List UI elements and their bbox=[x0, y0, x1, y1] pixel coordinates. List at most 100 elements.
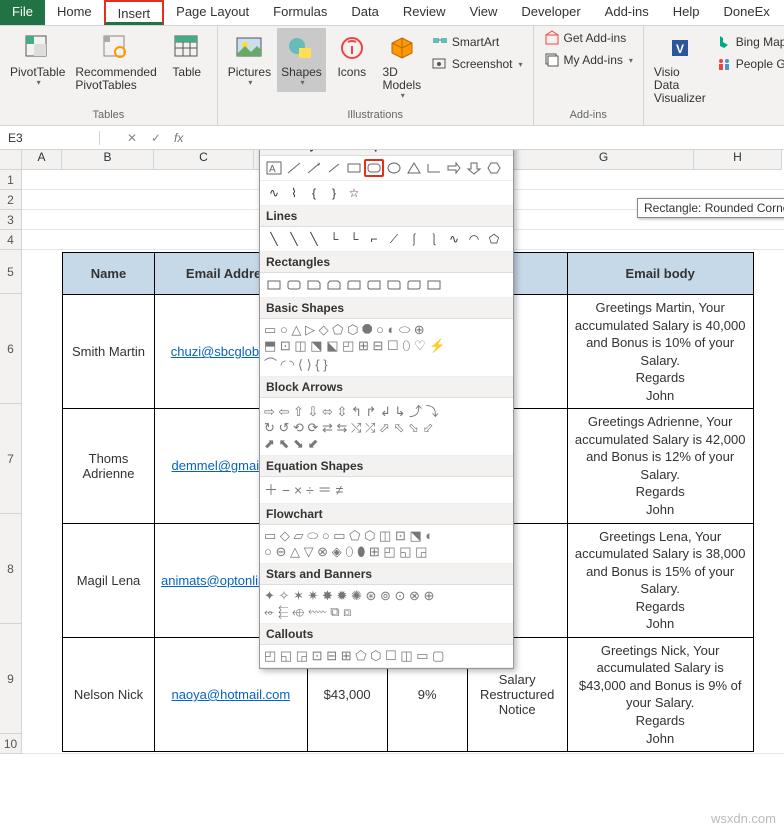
tab-help[interactable]: Help bbox=[661, 0, 712, 25]
select-all-corner[interactable] bbox=[0, 150, 22, 170]
elbow-icon[interactable]: └ bbox=[324, 230, 344, 248]
cell-name[interactable]: Magil Lena bbox=[63, 523, 155, 637]
cell-name[interactable]: Thoms Adrienne bbox=[63, 409, 155, 523]
rect2-icon[interactable] bbox=[284, 276, 304, 294]
line-shape-icon[interactable] bbox=[284, 159, 304, 177]
tab-file[interactable]: File bbox=[0, 0, 45, 25]
recently-used-shapes-row: A bbox=[260, 156, 513, 181]
bingmaps-button[interactable]: Bing Maps bbox=[712, 32, 784, 52]
rect8-icon[interactable] bbox=[404, 276, 424, 294]
elbow3-icon[interactable]: ⌐ bbox=[364, 230, 384, 248]
gallery-section-basic: Basic Shapes bbox=[260, 298, 513, 319]
col-header-a[interactable]: A bbox=[22, 150, 62, 170]
line2-icon[interactable]: ╲ bbox=[284, 230, 304, 248]
arrow-line-icon[interactable] bbox=[304, 159, 324, 177]
row-header-1[interactable]: 1 bbox=[0, 170, 22, 190]
triangle-shape-icon[interactable] bbox=[404, 159, 424, 177]
rect7-icon[interactable] bbox=[384, 276, 404, 294]
enter-formula-button[interactable]: ✓ bbox=[144, 131, 168, 145]
cell-body[interactable]: Greetings Nick, Your accumulated Salary … bbox=[567, 637, 753, 751]
peoplegraph-button[interactable]: People Graph bbox=[712, 54, 784, 74]
tab-home[interactable]: Home bbox=[45, 0, 104, 25]
freeform3-icon[interactable]: ⬠ bbox=[484, 230, 504, 248]
tab-developer[interactable]: Developer bbox=[509, 0, 592, 25]
tab-review[interactable]: Review bbox=[391, 0, 458, 25]
tab-doneex[interactable]: DoneEx bbox=[712, 0, 782, 25]
rect5-icon[interactable] bbox=[344, 276, 364, 294]
double-arrow-line-icon[interactable] bbox=[324, 159, 344, 177]
tab-insert[interactable]: Insert bbox=[104, 0, 165, 25]
lbrace-icon[interactable]: { bbox=[304, 184, 324, 202]
curve3-icon[interactable]: ⎱ bbox=[424, 230, 444, 248]
email-link[interactable]: naoya@hotmail.com bbox=[171, 687, 290, 702]
rectangle-shape-icon[interactable] bbox=[344, 159, 364, 177]
col-header-h[interactable]: H bbox=[694, 150, 782, 170]
shapes-button[interactable]: Shapes bbox=[277, 28, 326, 92]
hexagon-shape-icon[interactable] bbox=[484, 159, 504, 177]
line-icon[interactable]: ╲ bbox=[264, 230, 284, 248]
icons-button[interactable]: Icons bbox=[328, 28, 376, 83]
screenshot-button[interactable]: Screenshot bbox=[428, 54, 527, 74]
col-header-b[interactable]: B bbox=[62, 150, 154, 170]
row-header-5[interactable]: 5 bbox=[0, 250, 22, 294]
tab-addins[interactable]: Add-ins bbox=[593, 0, 661, 25]
my-addins-button[interactable]: My Add-ins bbox=[540, 50, 637, 70]
addins-group-label: Add-ins bbox=[540, 109, 637, 123]
3d-models-button[interactable]: 3D Models bbox=[378, 28, 426, 105]
col-header-g[interactable]: G bbox=[514, 150, 694, 170]
tables-group-label: Tables bbox=[6, 109, 211, 123]
row-header-2[interactable]: 2 bbox=[0, 190, 22, 210]
tab-pagelayout[interactable]: Page Layout bbox=[164, 0, 261, 25]
cell-name[interactable]: Smith Martin bbox=[63, 295, 155, 409]
table-button[interactable]: Table bbox=[163, 28, 211, 83]
recommended-pivottables-button[interactable]: Recommended PivotTables bbox=[71, 28, 160, 96]
row-header-6[interactable]: 6 bbox=[0, 294, 22, 404]
freeform-icon[interactable]: ⌇ bbox=[284, 184, 304, 202]
row-header-3[interactable]: 3 bbox=[0, 210, 22, 230]
row-header-9[interactable]: 9 bbox=[0, 624, 22, 734]
tab-data[interactable]: Data bbox=[339, 0, 390, 25]
elbow2-icon[interactable]: └ bbox=[344, 230, 364, 248]
arrow-down-icon[interactable] bbox=[464, 159, 484, 177]
curve2-icon[interactable]: ⎰ bbox=[404, 230, 424, 248]
row-header-4[interactable]: 4 bbox=[0, 230, 22, 250]
cell-name[interactable]: Nelson Nick bbox=[63, 637, 155, 751]
worksheet-area[interactable]: A B C G H 1 2 3 4 5 6 7 8 9 10 Name Emai… bbox=[0, 150, 784, 830]
tab-view[interactable]: View bbox=[457, 0, 509, 25]
oval-shape-icon[interactable] bbox=[384, 159, 404, 177]
cancel-formula-button[interactable]: ✕ bbox=[120, 131, 144, 145]
rect4-icon[interactable] bbox=[324, 276, 344, 294]
rect9-icon[interactable] bbox=[424, 276, 444, 294]
pivottable-button[interactable]: PivotTable bbox=[6, 28, 69, 92]
connector-l-icon[interactable] bbox=[424, 159, 444, 177]
rect1-icon[interactable] bbox=[264, 276, 284, 294]
tab-formulas[interactable]: Formulas bbox=[261, 0, 339, 25]
cell-body[interactable]: Greetings Lena, Your accumulated Salary … bbox=[567, 523, 753, 637]
row-header-10[interactable]: 10 bbox=[0, 734, 22, 754]
textbox-shape-icon[interactable]: A bbox=[264, 159, 284, 177]
smartart-button[interactable]: SmartArt bbox=[428, 32, 527, 52]
col-header-c[interactable]: C bbox=[154, 150, 254, 170]
my-addins-label: My Add-ins bbox=[564, 53, 623, 67]
rounded-rectangle-shape-icon[interactable] bbox=[364, 159, 384, 177]
scribble-icon[interactable]: ∿ bbox=[444, 230, 464, 248]
line3-icon[interactable]: ╲ bbox=[304, 230, 324, 248]
row-header-8[interactable]: 8 bbox=[0, 514, 22, 624]
get-addins-button[interactable]: Get Add-ins bbox=[540, 28, 637, 48]
rect6-icon[interactable] bbox=[364, 276, 384, 294]
cell-body[interactable]: Greetings Martin, Your accumulated Salar… bbox=[567, 295, 753, 409]
fx-label[interactable]: fx bbox=[168, 131, 189, 145]
row-header-7[interactable]: 7 bbox=[0, 404, 22, 514]
freeform2-icon[interactable]: ◠ bbox=[464, 230, 484, 248]
curve-icon[interactable]: ∿ bbox=[264, 184, 284, 202]
arrow-right-icon[interactable] bbox=[444, 159, 464, 177]
name-box[interactable]: E3 bbox=[0, 131, 100, 145]
curve1-icon[interactable]: ⟋ bbox=[384, 230, 404, 248]
rbrace-icon[interactable]: } bbox=[324, 184, 344, 202]
rect3-icon[interactable] bbox=[304, 276, 324, 294]
pictures-button[interactable]: Pictures bbox=[224, 28, 275, 92]
visio-button[interactable]: V Visio Data Visualizer bbox=[650, 28, 710, 110]
cell-body[interactable]: Greetings Adrienne, Your accumulated Sal… bbox=[567, 409, 753, 523]
shapes-gallery-dropdown[interactable]: Recently Used Shapes A ∿ ⌇ { } ☆ Lines ╲… bbox=[259, 150, 514, 669]
star-icon[interactable]: ☆ bbox=[344, 184, 364, 202]
